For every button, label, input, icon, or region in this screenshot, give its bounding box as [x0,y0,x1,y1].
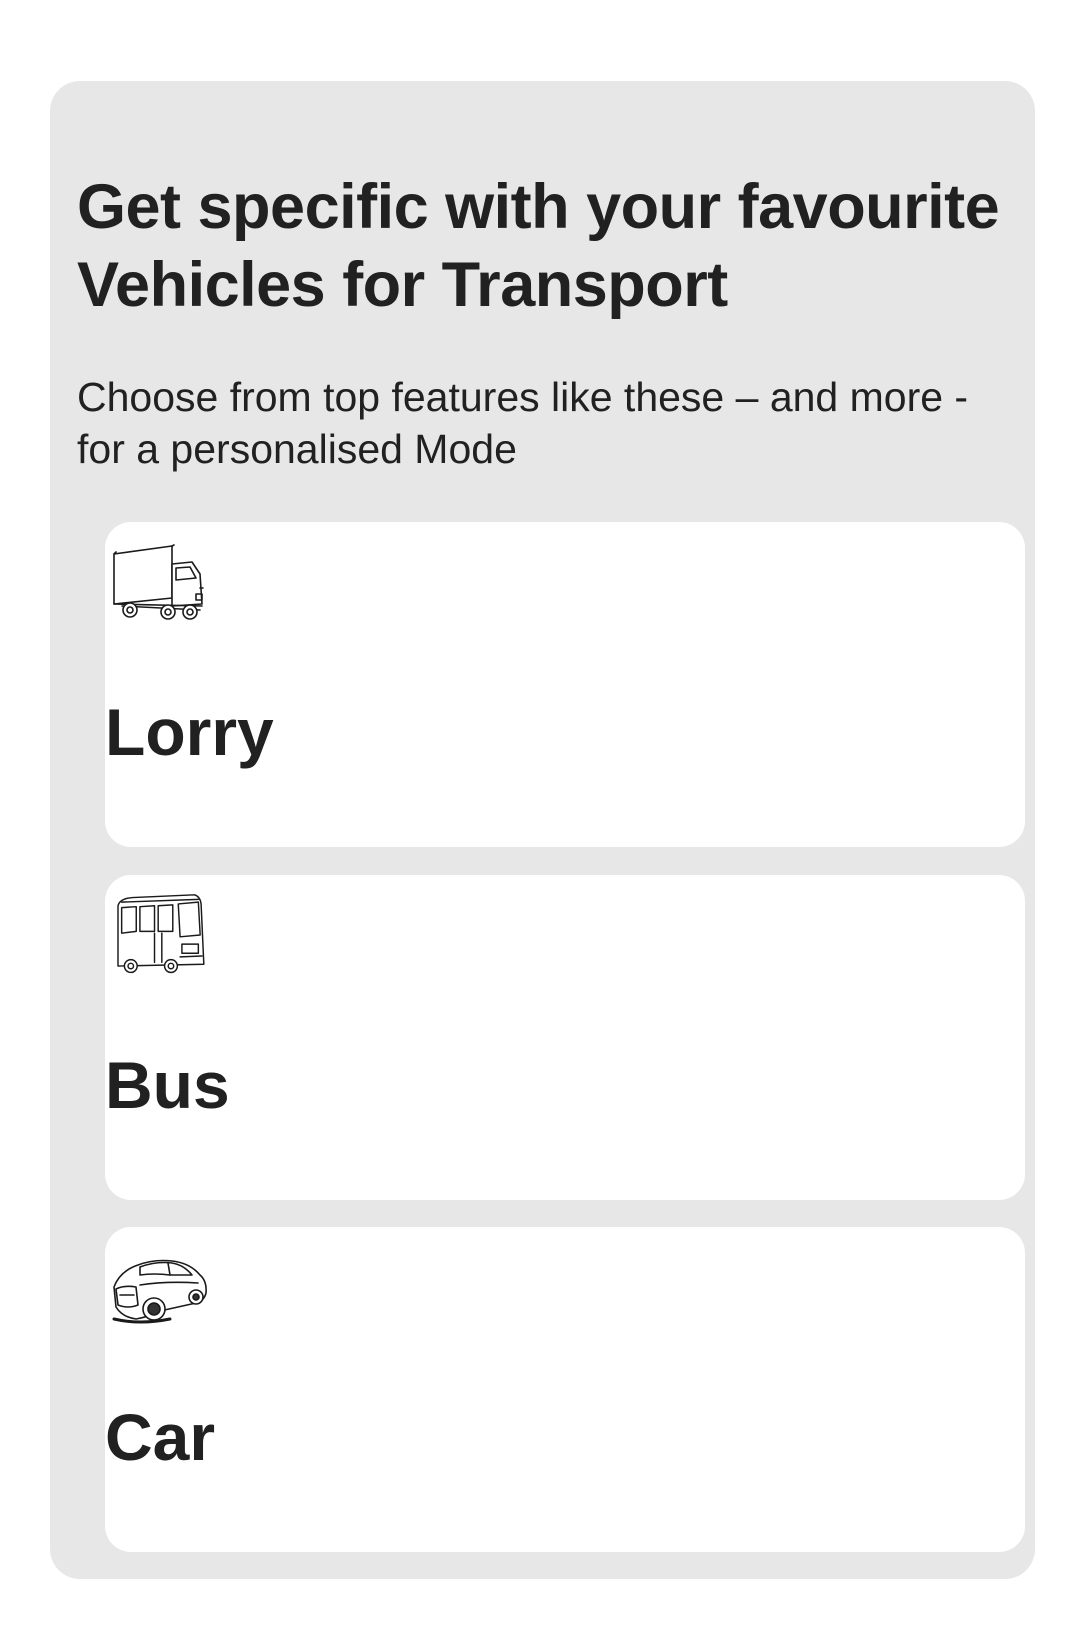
vehicle-feature-panel: Get specific with your favourite Vehicle… [50,81,1035,1579]
bus-icon [110,893,210,977]
vehicle-card-lorry[interactable]: Lorry [105,522,1025,847]
lorry-icon [110,540,210,624]
vehicle-label: Lorry [105,695,274,769]
section-title: Get specific with your favourite Vehicle… [77,172,1000,320]
section-subtitle: Choose from top features like these – an… [77,374,969,472]
vehicle-card-car[interactable]: Car [105,1227,1025,1552]
vehicle-label: Car [105,1400,216,1474]
vehicle-card-bus[interactable]: Bus [105,875,1025,1200]
car-icon [110,1245,210,1329]
vehicle-label: Bus [105,1048,230,1122]
